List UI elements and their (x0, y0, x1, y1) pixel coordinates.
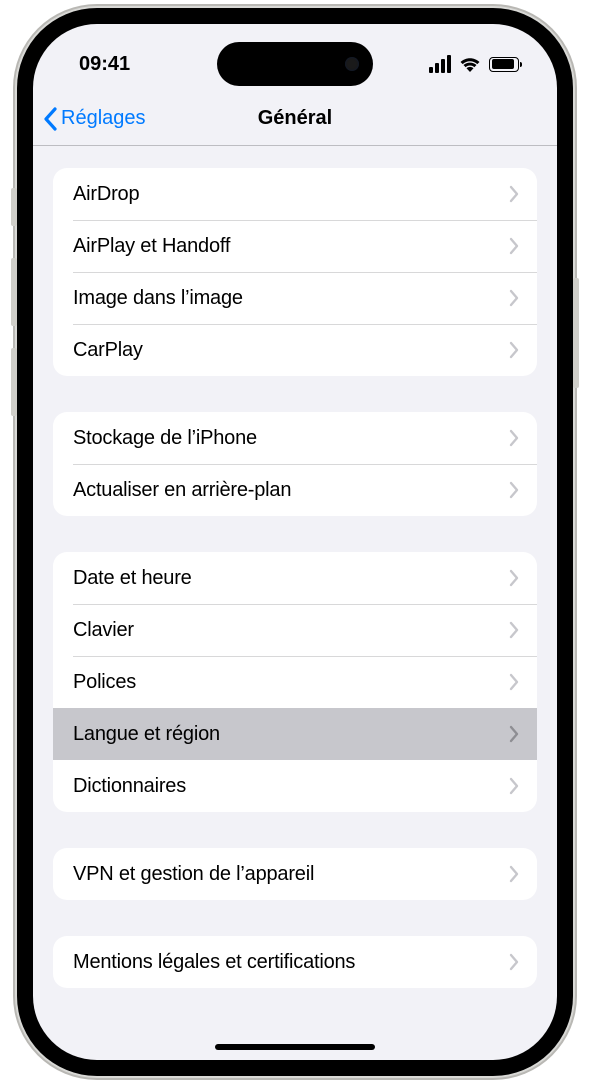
chevron-right-icon (509, 953, 519, 971)
nav-bar: Réglages Général (33, 92, 557, 146)
front-camera (345, 57, 359, 71)
power-button (573, 278, 579, 388)
row-keyboard[interactable]: Clavier (53, 604, 537, 656)
cellular-signal-icon (429, 55, 451, 73)
chevron-right-icon (509, 429, 519, 447)
status-time: 09:41 (79, 41, 130, 76)
row-vpn-device-management[interactable]: VPN et gestion de l’appareil (53, 848, 537, 900)
row-airplay-handoff[interactable]: AirPlay et Handoff (53, 220, 537, 272)
settings-content[interactable]: AirDrop AirPlay et Handoff Image dans l’im… (33, 146, 557, 1060)
chevron-left-icon (43, 107, 57, 131)
back-label: Réglages (61, 107, 146, 130)
wifi-icon (459, 56, 481, 72)
row-label: Stockage de l’iPhone (73, 427, 257, 450)
volume-up-button (11, 258, 17, 326)
row-label: Actualiser en arrière-plan (73, 479, 291, 502)
chevron-right-icon (509, 777, 519, 795)
settings-group: Mentions légales et certifications (53, 936, 537, 988)
row-legal-certifications[interactable]: Mentions légales et certifications (53, 936, 537, 988)
chevron-right-icon (509, 185, 519, 203)
row-label: Polices (73, 671, 136, 694)
row-airdrop[interactable]: AirDrop (53, 168, 537, 220)
row-date-time[interactable]: Date et heure (53, 552, 537, 604)
settings-group: AirDrop AirPlay et Handoff Image dans l’im… (53, 168, 537, 376)
dynamic-island (217, 42, 373, 86)
home-indicator[interactable] (215, 1044, 375, 1050)
mute-switch (11, 188, 17, 226)
row-picture-in-picture[interactable]: Image dans l’image (53, 272, 537, 324)
row-background-refresh[interactable]: Actualiser en arrière-plan (53, 464, 537, 516)
row-label: Langue et région (73, 723, 220, 746)
chevron-right-icon (509, 673, 519, 691)
chevron-right-icon (509, 865, 519, 883)
row-iphone-storage[interactable]: Stockage de l’iPhone (53, 412, 537, 464)
row-label: Date et heure (73, 567, 192, 590)
chevron-right-icon (509, 569, 519, 587)
row-label: Dictionnaires (73, 775, 186, 798)
back-button[interactable]: Réglages (33, 107, 146, 131)
chevron-right-icon (509, 341, 519, 359)
chevron-right-icon (509, 481, 519, 499)
settings-group: Date et heure Clavier Polices Langue et rég… (53, 552, 537, 812)
battery-icon (489, 57, 519, 72)
settings-group: Stockage de l’iPhone Actualiser en arrièr… (53, 412, 537, 516)
row-label: AirDrop (73, 183, 139, 206)
chevron-right-icon (509, 289, 519, 307)
chevron-right-icon (509, 237, 519, 255)
settings-group: VPN et gestion de l’appareil (53, 848, 537, 900)
row-label: Image dans l’image (73, 287, 243, 310)
row-fonts[interactable]: Polices (53, 656, 537, 708)
row-label: VPN et gestion de l’appareil (73, 863, 314, 886)
row-label: Mentions légales et certifications (73, 951, 355, 974)
row-language-region[interactable]: Langue et région (53, 708, 537, 760)
status-icons (429, 43, 519, 73)
row-label: AirPlay et Handoff (73, 235, 230, 258)
row-dictionaries[interactable]: Dictionnaires (53, 760, 537, 812)
volume-down-button (11, 348, 17, 416)
chevron-right-icon (509, 621, 519, 639)
row-label: Clavier (73, 619, 134, 642)
row-carplay[interactable]: CarPlay (53, 324, 537, 376)
row-label: CarPlay (73, 339, 143, 362)
screen: 09:41 Réglages (33, 24, 557, 1060)
phone-frame: 09:41 Réglages (17, 8, 573, 1076)
chevron-right-icon (509, 725, 519, 743)
